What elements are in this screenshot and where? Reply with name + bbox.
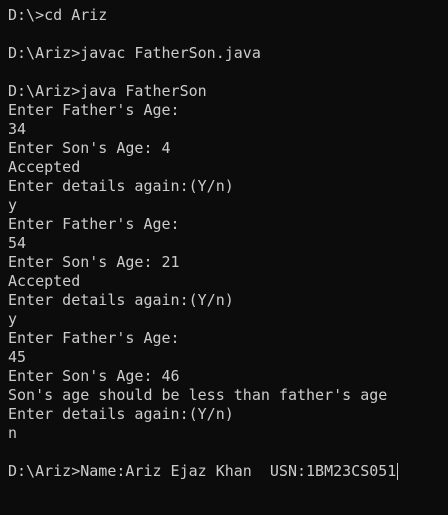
terminal-line: Accepted: [8, 272, 81, 290]
terminal-line: Enter details again:(Y/n): [8, 177, 234, 195]
terminal-line: 54: [8, 234, 27, 252]
terminal-line: Enter details again:(Y/n): [8, 291, 234, 309]
prompt-text: D:\Ariz>Name:Ariz Ejaz Khan USN:1BM23CS0…: [8, 462, 397, 480]
terminal-line: Enter Father's Age:: [8, 329, 180, 347]
terminal-line: n: [8, 424, 18, 442]
text-cursor: [397, 463, 399, 480]
terminal-line: Enter Father's Age:: [8, 101, 180, 119]
terminal-line: 34: [8, 120, 27, 138]
terminal-window[interactable]: D:\>cd Ariz D:\Ariz>javac FatherSon.java…: [0, 0, 448, 515]
prompt-line[interactable]: D:\Ariz>Name:Ariz Ejaz Khan USN:1BM23CS0…: [8, 462, 448, 481]
terminal-line: Enter Son's Age: 46: [8, 367, 180, 385]
terminal-line: y: [8, 196, 18, 214]
terminal-line: Accepted: [8, 158, 81, 176]
terminal-line: Enter details again:(Y/n): [8, 405, 234, 423]
terminal-line: Enter Son's Age: 4: [8, 139, 171, 157]
terminal-line: y: [8, 310, 18, 328]
terminal-line: Enter Father's Age:: [8, 215, 180, 233]
terminal-line: Son's age should be less than father's a…: [8, 386, 388, 404]
terminal-line: Enter Son's Age: 21: [8, 253, 180, 271]
terminal-line: 45: [8, 348, 27, 366]
terminal-line: D:\Ariz>javac FatherSon.java: [8, 44, 261, 62]
terminal-line: D:\Ariz>java FatherSon: [8, 82, 207, 100]
terminal-line: D:\>cd Ariz: [8, 6, 108, 24]
